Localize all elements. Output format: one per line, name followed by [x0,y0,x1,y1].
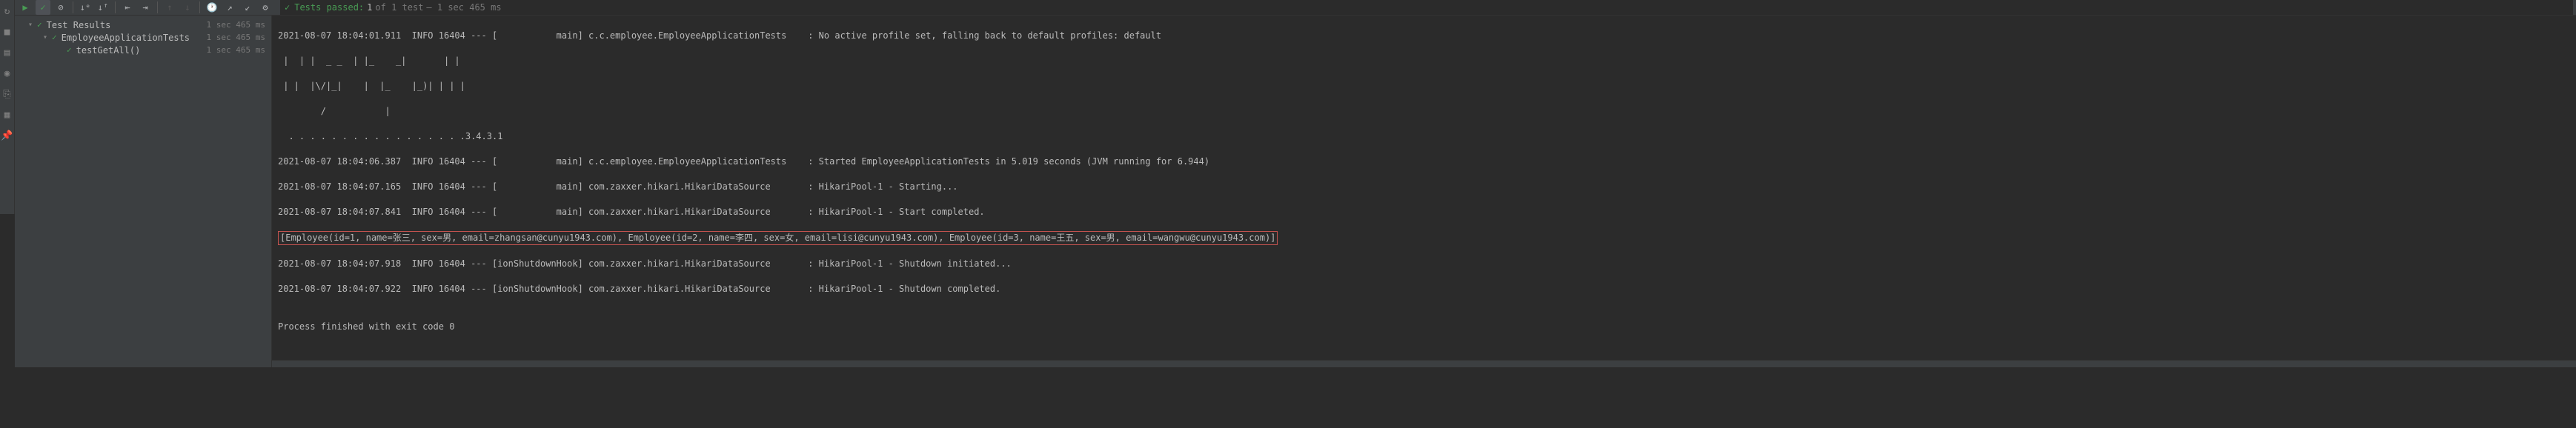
check-icon: ✓ [67,45,72,55]
tree-time: 1 sec 465 ms [207,45,265,55]
log-line: | | |\/|_| | |_ |_)| | | | [278,80,2570,93]
log-line: 2021-08-07 18:04:01.911 INFO 16404 --- [… [278,30,2570,42]
tree-test-testgetall[interactable]: ✓ testGetAll() 1 sec 465 ms [15,44,271,56]
run-button[interactable]: ▶ [18,0,33,15]
log-line: | | | _ _ | |_ _| | | [278,55,2570,67]
pin-icon[interactable]: 📌 [2,130,13,141]
tree-time: 1 sec 465 ms [207,33,265,42]
layout-icon[interactable]: ▤ [2,47,13,58]
import-button[interactable]: ↙ [240,0,255,15]
test-toolbar: ▶ ✓ ⊘ ↓ᵉ ↓ᶠ ⇤ ⇥ ↑ ↓ 🕐 ↗ ↙ ⚙ ✓ Tests pass… [15,0,2576,16]
camera-icon[interactable]: ◉ [2,68,13,78]
check-icon: ✓ [285,2,290,13]
tree-label: testGetAll() [76,45,207,56]
log-line: 2021-08-07 18:04:07.918 INFO 16404 --- [… [278,258,2570,270]
stop-icon[interactable]: ■ [2,27,13,37]
tree-label: Test Results [47,20,207,30]
settings-button[interactable]: ⚙ [258,0,273,15]
grid-icon[interactable]: ▦ [2,110,13,120]
history-button[interactable]: 🕐 [205,0,219,15]
rerun-icon[interactable]: ↻ [2,6,13,16]
log-line: 2021-08-07 18:04:07.922 INFO 16404 --- [… [278,283,2570,295]
show-passed-button[interactable]: ✓ [36,0,50,15]
collapse-all-button[interactable]: ⇥ [138,0,153,15]
tree-time: 1 sec 465 ms [207,20,265,30]
console-output-panel: 2021-08-07 18:04:01.911 INFO 16404 --- [… [272,16,2576,367]
log-line: Process finished with exit code 0 [278,321,2570,333]
sort-alpha-button[interactable]: ↓ᵉ [78,0,93,15]
log-line: / | [278,105,2570,118]
expand-all-button[interactable]: ⇤ [120,0,135,15]
horizontal-scrollbar[interactable] [272,360,2576,367]
sort-duration-button[interactable]: ↓ᶠ [96,0,110,15]
test-status-total: of 1 test [375,2,423,13]
export-button[interactable]: ↗ [222,0,237,15]
chevron-down-icon[interactable]: ▾ [43,33,52,41]
left-tool-sidebar: ↻ ■ ▤ ◉ ⎘ ▦ 📌 [0,0,15,214]
log-line: 2021-08-07 18:04:07.841 INFO 16404 --- [… [278,206,2570,218]
test-tree-panel: ▾ ✓ Test Results 1 sec 465 ms ▾ ✓ Employ… [15,16,272,367]
tree-label: EmployeeApplicationTests [62,33,207,43]
tree-root-test-results[interactable]: ▾ ✓ Test Results 1 sec 465 ms [15,19,271,31]
test-status-time: – 1 sec 465 ms [426,2,501,13]
log-line: 2021-08-07 18:04:06.387 INFO 16404 --- [… [278,156,2570,168]
log-line-highlighted: [Employee(id=1, name=张三, sex=男, email=zh… [278,231,2570,245]
next-failed-button[interactable]: ↓ [180,0,195,15]
chevron-down-icon[interactable]: ▾ [28,21,37,29]
check-icon: ✓ [37,20,42,30]
log-line: . . . . . . . . . . . . . . . . .3.4.3.1 [278,130,2570,143]
test-status-count: 1 [367,2,372,13]
check-icon: ✓ [52,33,57,42]
exit-icon[interactable]: ⎘ [2,89,13,99]
console-output[interactable]: 2021-08-07 18:04:01.911 INFO 16404 --- [… [272,16,2576,360]
tree-suite-employee-application-tests[interactable]: ▾ ✓ EmployeeApplicationTests 1 sec 465 m… [15,31,271,44]
log-line: 2021-08-07 18:04:07.165 INFO 16404 --- [… [278,181,2570,193]
test-status-passed: Tests passed: [294,2,364,13]
prev-failed-button[interactable]: ↑ [162,0,177,15]
show-ignored-button[interactable]: ⊘ [53,0,68,15]
